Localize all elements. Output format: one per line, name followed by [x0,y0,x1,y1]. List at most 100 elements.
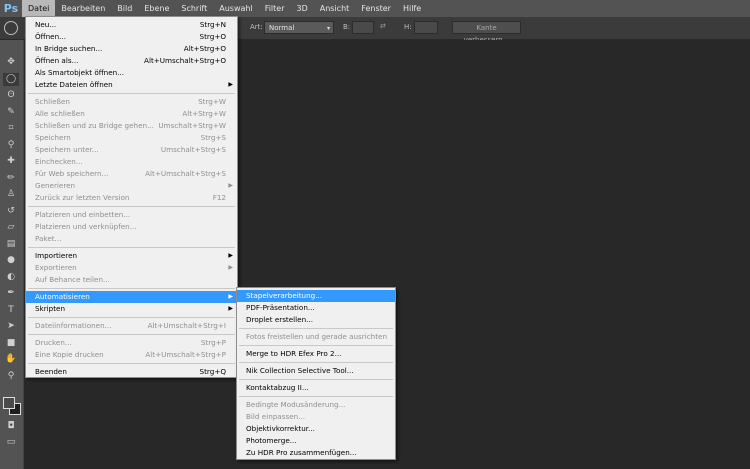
height-input[interactable] [414,21,438,34]
menu-item-offnen[interactable]: Öffnen... Strg+O [26,31,237,43]
menu-item-offnen-als[interactable]: Öffnen als... Alt+Umschalt+Strg+O [26,55,237,67]
gradient-tool-icon[interactable]: ▤ [3,238,19,251]
menu-item-label: Nik Collection Selective Tool... [246,366,354,375]
menu-filter[interactable]: Filter [259,0,291,17]
swap-icon[interactable]: ⇄ [378,21,392,34]
menu-item-label: Schließen [35,97,70,106]
menu-item-shortcut: Strg+S [200,133,226,142]
menu-item-label: Skripten [35,304,66,313]
menu-separator [239,362,393,363]
menu-item-zu-hdr-pro-zusammenfugen[interactable]: Zu HDR Pro zusammenfügen... [237,447,395,459]
menu-item-label: Kontaktabzug II... [246,383,309,392]
menu-item-label: Platzieren und einbetten... [35,210,131,219]
menu-item-nik-collection-selective-tool[interactable]: Nik Collection Selective Tool... [237,365,395,377]
menu-item-pdf-prasentation[interactable]: PDF-Präsentation... [237,302,395,314]
menu-item-label: Als Smartobjekt öffnen... [35,68,125,77]
type-tool-icon[interactable]: T [3,304,19,317]
screen-mode-icon[interactable]: ▭ [3,436,19,449]
menu-item-stapelverarbeitung[interactable]: Stapelverarbeitung... [237,290,395,302]
menu-item-shortcut: F12 [212,193,226,202]
menu-item-fotos-freistellen-und-gerade-ausrichten: Fotos freistellen und gerade ausrichten [237,331,395,343]
menu-item-paket: Paket... [26,233,237,245]
menu-item-schliessen-und-zu-bridge-gehen: Schließen und zu Bridge gehen... Umschalt… [26,120,237,132]
menu-item-label: Einchecken... [35,157,83,166]
menu-item-neu[interactable]: Neu... Strg+N [26,19,237,31]
width-input[interactable] [352,21,374,34]
menu-fenster[interactable]: Fenster [355,0,397,17]
menu-item-kontaktabzug-ii[interactable]: Kontaktabzug II... [237,382,395,394]
menu-bild[interactable]: Bild [111,0,138,17]
foreground-color-swatch[interactable] [3,397,15,409]
menu-item-label: Schließen und zu Bridge gehen... [35,121,154,130]
menu-item-als-smartobjekt-offnen[interactable]: Als Smartobjekt öffnen... [26,67,237,79]
menu-auswahl[interactable]: Auswahl [213,0,258,17]
menu-item-label: Paket... [35,234,62,243]
menu-item-label: Fotos freistellen und gerade ausrichten [246,332,388,341]
menu-schrift[interactable]: Schrift [175,0,213,17]
menu-item-in-bridge-suchen[interactable]: In Bridge suchen... Alt+Strg+O [26,43,237,55]
menu-item-label: Neu... [35,20,57,29]
lasso-tool-icon[interactable]: ʘ [3,89,19,102]
menu-item-label: In Bridge suchen... [35,44,103,53]
elliptical-marquee-icon[interactable] [4,21,18,35]
menu-item-objektivkorrektur[interactable]: Objektivkorrektur... [237,423,395,435]
menu-item-auf-behance-teilen: Auf Behance teilen... [26,274,237,286]
menu-separator [239,345,393,346]
menu-item-importieren[interactable]: Importieren ▶ [26,250,237,262]
move-tool-icon[interactable]: ✥ [3,56,19,69]
menu-item-shortcut: Alt+Umschalt+Strg+P [145,350,226,359]
menu-ansicht[interactable]: Ansicht [314,0,356,17]
menu-datei[interactable]: Datei [22,0,56,17]
submenu-arrow-icon: ▶ [228,81,233,88]
menu-item-skripten[interactable]: Skripten ▶ [26,303,237,315]
menu-separator [28,334,235,335]
quick-mask-icon[interactable]: ◘ [3,420,19,433]
menu-item-label: Eine Kopie drucken [35,350,104,359]
menu-item-label: Zu HDR Pro zusammenfügen... [246,448,357,457]
pen-tool-icon[interactable]: ✒ [3,287,19,300]
quick-select-tool-icon[interactable]: ✎ [3,106,19,119]
menu-item-beenden[interactable]: Beenden Strg+Q [26,366,237,378]
menu-item-platzieren-und-einbetten: Platzieren und einbetten... [26,209,237,221]
submenu-arrow-icon: ▶ [228,252,233,259]
refine-edge-button[interactable]: Kante verbessern... [452,21,521,44]
menu-item-label: Automatisieren [35,292,90,301]
menu-item-schliessen: Schließen Strg+W [26,96,237,108]
eyedropper-tool-icon[interactable]: ⚲ [3,139,19,152]
hand-tool-icon[interactable]: ✋ [3,353,19,366]
dodge-tool-icon[interactable]: ◐ [3,271,19,284]
menu-item-label: Stapelverarbeitung... [246,291,323,300]
menu-item-photomerge[interactable]: Photomerge... [237,435,395,447]
width-label: B: [343,23,351,31]
zoom-tool-icon[interactable]: ⚲ [3,370,19,383]
menu-3d[interactable]: 3D [291,0,314,17]
menu-item-shortcut: Umschalt+Strg+W [158,121,226,130]
menu-bearbeiten[interactable]: Bearbeiten [55,0,111,17]
submenu-arrow-icon: ▶ [228,182,233,189]
crop-tool-icon[interactable]: ⌗ [3,122,19,135]
menu-item-bild-einpassen: Bild einpassen... [237,411,395,423]
healing-tool-icon[interactable]: ✚ [3,155,19,168]
art-dropdown[interactable]: Normal ▾ [264,21,334,34]
menu-item-label: Auf Behance teilen... [35,275,110,284]
brush-tool-icon[interactable]: ✏ [3,172,19,185]
menu-item-label: Beenden [35,367,67,376]
menu-item-automatisieren[interactable]: Automatisieren ▶ [26,291,237,303]
path-select-tool-icon[interactable]: ➤ [3,320,19,333]
shape-tool-icon[interactable]: ■ [3,337,19,350]
eraser-tool-icon[interactable]: ▱ [3,221,19,234]
menu-item-shortcut: Strg+P [200,338,226,347]
menu-hilfe[interactable]: Hilfe [397,0,427,17]
menu-ebene[interactable]: Ebene [138,0,175,17]
stamp-tool-icon[interactable]: ♙ [3,188,19,201]
history-brush-tool-icon[interactable]: ↺ [3,205,19,218]
marquee-tool-icon[interactable]: ◯ [3,72,19,86]
menu-item-droplet-erstellen[interactable]: Droplet erstellen... [237,314,395,326]
menu-item-label: Speichern unter... [35,145,99,154]
menu-item-letzte-dateien-offnen[interactable]: Letzte Dateien öffnen ▶ [26,79,237,91]
menu-item-shortcut: Alt+Umschalt+Strg+O [144,56,226,65]
menu-item-merge-to-hdr-efex-pro-2[interactable]: Merge to HDR Efex Pro 2... [237,348,395,360]
blur-tool-icon[interactable]: ● [3,254,19,267]
menu-item-label: Photomerge... [246,436,297,445]
menu-item-drucken: Drucken... Strg+P [26,337,237,349]
